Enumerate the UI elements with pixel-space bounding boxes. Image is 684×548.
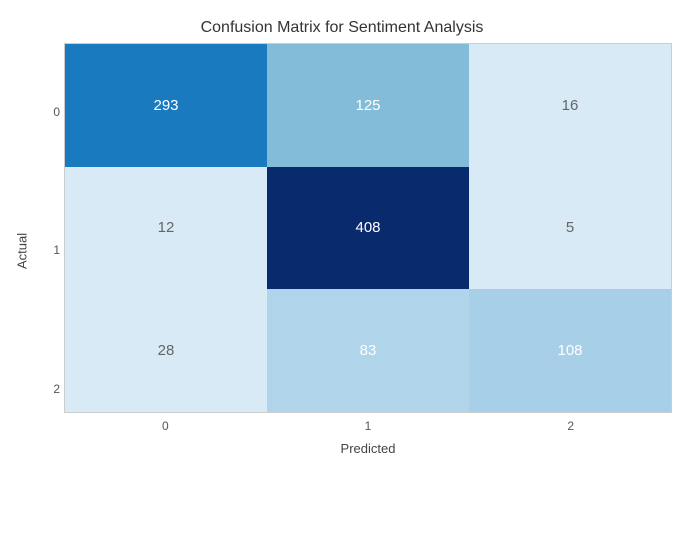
cell-0-2: 16 <box>469 44 671 167</box>
x-tick-0: 0 <box>64 413 267 438</box>
y-tick-0: 0 <box>34 43 60 181</box>
x-tick-1: 1 <box>267 413 470 438</box>
cell-2-1: 83 <box>267 289 469 412</box>
cell-2-0: 28 <box>65 289 267 412</box>
y-ticks: 0 1 2 <box>34 43 64 458</box>
x-ticks: 0 1 2 <box>64 413 672 438</box>
x-axis-label: Predicted <box>64 438 672 458</box>
y-axis-label: Actual <box>12 43 34 458</box>
chart-title: Confusion Matrix for Sentiment Analysis <box>12 9 672 43</box>
cell-1-1: 408 <box>267 167 469 290</box>
cell-0-1: 125 <box>267 44 469 167</box>
cell-0-0: 293 <box>65 44 267 167</box>
y-tick-2: 2 <box>34 320 60 458</box>
chart-container: Confusion Matrix for Sentiment Analysis … <box>12 9 672 539</box>
matrix-wrapper: 293125161240852883108 0 1 2 Predicted <box>64 43 672 458</box>
cell-2-2: 108 <box>469 289 671 412</box>
y-tick-1: 1 <box>34 181 60 319</box>
cell-1-0: 12 <box>65 167 267 290</box>
confusion-matrix: 29312516 124085 2883108 <box>64 43 672 413</box>
cell-1-2: 5 <box>469 167 671 290</box>
x-tick-2: 2 <box>469 413 672 438</box>
